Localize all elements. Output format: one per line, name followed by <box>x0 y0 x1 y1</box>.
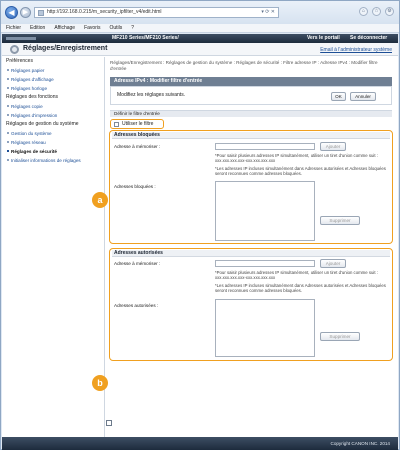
url-field[interactable]: http://192.168.0.215/m_security_ipfilter… <box>34 7 279 18</box>
page-top-icon[interactable] <box>106 420 112 426</box>
panel-title: Adresse IPv4 : Modifier filtre d'entrée <box>110 77 392 86</box>
allowed-address-input[interactable] <box>215 260 315 267</box>
blocked-address-list[interactable] <box>215 181 315 241</box>
main-content: Réglages/Enregistrement : Réglages de ge… <box>92 57 398 437</box>
web-page: MF210 Series/MF210 Series/ Vers le porta… <box>2 34 398 450</box>
sidebar-section-functions: Réglages des fonctions <box>6 94 58 100</box>
menu-bar: Fichier Edition Affichage Favoris Outils… <box>1 24 399 33</box>
panel-body: Modifiez les réglages suivants. OK Annul… <box>110 86 392 105</box>
blocked-hint-priority: *Les adresses IP incluses simultanément … <box>215 166 386 177</box>
page-title: Réglages/Enregistrement <box>23 45 108 52</box>
callout-badge-b: b <box>92 375 108 391</box>
star-icon[interactable]: ☆ <box>372 7 381 16</box>
cancel-button[interactable]: Annuler <box>350 92 376 101</box>
blocked-address-input[interactable] <box>215 143 315 150</box>
sidebar-item-paper[interactable]: Réglages papier <box>2 66 104 75</box>
callout-badge-a: a <box>92 192 108 208</box>
blocked-addresses-group: Adresses bloquées Adresse à mémoriser : … <box>109 130 393 244</box>
blocked-hint-range: *Pour saisir plusieurs adresses IP simul… <box>215 153 378 164</box>
favicon-icon <box>38 10 44 16</box>
allowed-addresses-group: Adresses autorisées Adresse à mémoriser … <box>109 248 393 361</box>
allowed-address-label: Adresse à mémoriser : <box>114 261 161 266</box>
allowed-delete-button[interactable]: Supprimer <box>320 332 360 341</box>
blocked-addresses-title: Adresses bloquées <box>112 132 390 139</box>
address-bar: ◀ ▶ http://192.168.0.215/m_security_ipfi… <box>1 1 399 24</box>
sidebar-item-initialize[interactable]: Initialiser informations de réglages <box>2 156 104 165</box>
allowed-add-button[interactable]: Ajouter <box>320 259 346 268</box>
sidebar-item-network[interactable]: Réglages réseau <box>2 138 104 147</box>
blocked-list-label: Adresses bloquées : <box>114 184 156 189</box>
menu-file[interactable]: Fichier <box>6 24 21 32</box>
sidebar-item-print[interactable]: Réglages d'impression <box>2 111 104 120</box>
sidebar-item-security[interactable]: Réglages de sécurité <box>2 147 104 156</box>
use-filter-label: Utiliser le filtre <box>122 121 154 127</box>
portal-link[interactable]: Vers le portail <box>307 34 340 43</box>
use-filter-option[interactable]: Utiliser le filtre <box>110 119 164 129</box>
menu-tools[interactable]: Outils <box>109 24 122 32</box>
page-header: Réglages/Enregistrement Email à l'admini… <box>2 43 398 56</box>
sidebar-section-preferences: Préférences <box>6 58 33 64</box>
allowed-list-label: Adresses autorisées : <box>114 303 159 308</box>
allowed-hint-range: *Pour saisir plusieurs adresses IP simul… <box>215 270 378 281</box>
blocked-delete-button[interactable]: Supprimer <box>320 216 360 225</box>
sidebar-section-system: Réglages de gestion du système <box>6 121 79 127</box>
menu-edit[interactable]: Edition <box>30 24 45 32</box>
sidebar: Préférences Réglages papier Réglages d'a… <box>2 57 105 437</box>
gear-icon[interactable]: ⚙ <box>385 7 394 16</box>
back-icon[interactable]: ◀ <box>5 6 18 19</box>
sidebar-item-system-management[interactable]: Gestion du système <box>2 129 104 138</box>
settings-gear-icon <box>10 45 19 54</box>
home-icon[interactable]: ⌂ <box>359 7 368 16</box>
url-controls[interactable]: ▾ ⟳ ✕ <box>261 8 275 17</box>
browser-window: ◀ ▶ http://192.168.0.215/m_security_ipfi… <box>0 0 400 450</box>
forward-icon[interactable]: ▶ <box>20 7 31 18</box>
allowed-hint-priority: *Les adresses IP incluses simultanément … <box>215 283 386 294</box>
url-text: http://192.168.0.215/m_security_ipfilter… <box>47 9 162 15</box>
allowed-addresses-title: Adresses autorisées <box>112 250 390 257</box>
device-topbar: MF210 Series/MF210 Series/ Vers le porta… <box>2 34 398 43</box>
use-filter-checkbox[interactable] <box>114 122 119 127</box>
sidebar-item-copy[interactable]: Réglages copie <box>2 102 104 111</box>
allowed-address-list[interactable] <box>215 299 315 357</box>
panel-message: Modifiez les réglages suivants. <box>117 92 186 98</box>
menu-view[interactable]: Affichage <box>54 24 75 32</box>
blocked-address-label: Adresse à mémoriser : <box>114 144 161 149</box>
blocked-add-button[interactable]: Ajouter <box>320 142 346 151</box>
menu-help[interactable]: ? <box>131 24 134 32</box>
section-title: Définir le filtre d'entrée <box>110 110 392 117</box>
sidebar-item-clock[interactable]: Réglages horloge <box>2 84 104 93</box>
logout-link[interactable]: Se déconnecter <box>350 34 387 43</box>
email-admin-link[interactable]: Email à l'administrateur système <box>320 47 392 53</box>
sidebar-item-display[interactable]: Réglages d'affichage <box>2 75 104 84</box>
menu-favorites[interactable]: Favoris <box>84 24 100 32</box>
device-logo <box>6 37 36 40</box>
breadcrumb: Réglages/Enregistrement : Réglages de ge… <box>110 60 378 71</box>
device-model: MF210 Series/MF210 Series/ <box>112 35 179 41</box>
ok-button[interactable]: OK <box>331 92 346 101</box>
footer-copyright: Copyright CANON INC. 2014 <box>2 437 398 450</box>
